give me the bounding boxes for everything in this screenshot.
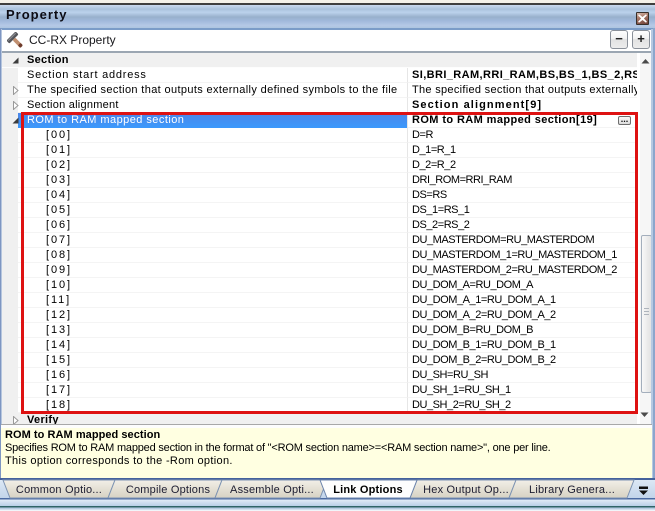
svg-text:Library Genera...: Library Genera... (529, 484, 615, 496)
svg-text:Assemble Opti...: Assemble Opti... (230, 484, 314, 496)
svg-text:Link Options: Link Options (333, 484, 403, 496)
svg-text:Compile Options: Compile Options (126, 484, 211, 496)
svg-text:Hex Output Op...: Hex Output Op... (423, 484, 509, 496)
svg-text:Common Optio...: Common Optio... (16, 484, 102, 496)
